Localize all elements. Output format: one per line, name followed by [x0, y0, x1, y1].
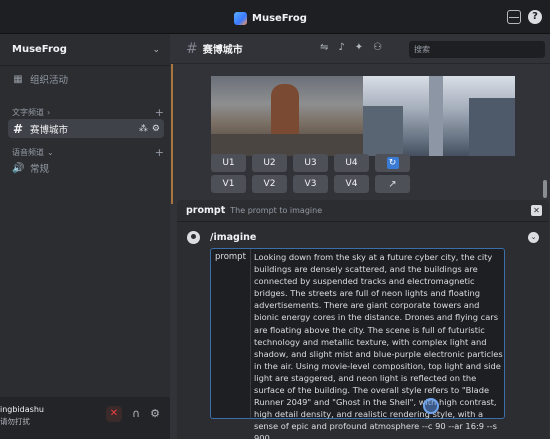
mute-mic-icon[interactable]: ✕ [106, 406, 122, 422]
username[interactable]: ingbidashu [0, 405, 44, 414]
variation-button-4[interactable]: V4 [334, 175, 369, 193]
add-channel-icon[interactable]: + [155, 106, 164, 119]
category-label: 语音频道 [12, 147, 44, 157]
category-label: 文字频道 [12, 107, 44, 117]
members-icon[interactable]: ⚇ [373, 42, 382, 53]
sidebar-item-events[interactable]: ▦ 组织活动 [8, 70, 164, 88]
reroll-icon: ↻ [386, 157, 399, 169]
prompt-input[interactable]: Looking down from the sky at a future cy… [254, 251, 504, 439]
prompt-panel-subtitle: The prompt to imagine [230, 206, 323, 215]
building-shape [363, 106, 403, 156]
tower-shape [429, 76, 443, 156]
bell-icon[interactable]: ♪ [338, 42, 344, 53]
sidebar-item-label: 组织活动 [30, 75, 69, 86]
search-input[interactable]: 搜索 [409, 41, 545, 58]
category-voice-channels[interactable]: 语音频道 ⌄ + [12, 145, 164, 159]
close-icon[interactable]: ✕ [531, 205, 542, 216]
hash-icon: # [186, 40, 198, 57]
cursor-indicator [423, 398, 439, 414]
generated-image-2[interactable] [363, 76, 515, 156]
bot-avatar [187, 231, 200, 244]
sidebar: MuseFrog ⌄ ▦ 组织活动 文字频道 › + # 赛博城市 ⁂ ⚙ 语音频… [0, 34, 170, 439]
headphones-icon[interactable]: ∩ [128, 406, 144, 422]
chevron-right-icon: › [47, 107, 51, 117]
musefrog-logo-icon [234, 11, 247, 25]
inbox-icon[interactable] [507, 10, 521, 24]
channel-title: 赛博城市 [202, 45, 243, 56]
invite-icon[interactable]: ⁂ [139, 124, 148, 134]
variation-button-2[interactable]: V2 [252, 175, 287, 193]
upscale-button-3[interactable]: U3 [293, 154, 328, 172]
threads-icon[interactable]: ⇋ [320, 42, 328, 53]
rooftop-shape [211, 134, 363, 156]
voice-channel-label: 常规 [30, 164, 50, 175]
calendar-icon: ▦ [13, 73, 23, 85]
channel-header: # 赛博城市 ⇋ ♪ ✦ ⚇ 搜索 [170, 34, 550, 64]
variation-button-row: V1 V2 V3 V4 ↗ [211, 175, 410, 193]
speaker-icon: 🔊 [12, 162, 25, 174]
scrollbar[interactable] [543, 180, 547, 198]
prompt-panel-header: prompt The prompt to imagine ✕ [177, 200, 549, 222]
app-title-group: MuseFrog [234, 11, 307, 25]
pin-icon[interactable]: ✦ [355, 42, 363, 53]
header-toolbar: ⇋ ♪ ✦ ⚇ [320, 42, 382, 53]
server-header[interactable]: MuseFrog ⌄ [0, 34, 170, 66]
server-name: MuseFrog [12, 44, 67, 55]
generated-image-1[interactable] [211, 76, 363, 156]
external-link-icon: ↗ [388, 178, 397, 190]
upscale-button-2[interactable]: U2 [252, 154, 287, 172]
title-bar: MuseFrog ? [0, 0, 550, 34]
hash-icon: # [12, 121, 24, 136]
category-text-channels[interactable]: 文字频道 › + [12, 105, 164, 119]
open-link-button[interactable]: ↗ [375, 175, 410, 193]
help-icon[interactable]: ? [528, 10, 542, 24]
chevron-circle-icon[interactable]: ⌄ [528, 232, 539, 243]
user-status: 请勿打扰 [0, 417, 30, 426]
user-panel: ingbidashu 请勿打扰 ✕ ∩ ⚙ [0, 397, 170, 439]
main-panel: # 赛博城市 ⇋ ♪ ✦ ⚇ 搜索 U1 U2 U3 U4 ↻ V1 V2 V3… [170, 34, 550, 439]
add-voice-channel-icon[interactable]: + [155, 146, 164, 159]
upscale-button-row: U1 U2 U3 U4 ↻ [211, 154, 410, 172]
prompt-param-field[interactable]: prompt Looking down from the sky at a fu… [210, 248, 505, 439]
upscale-button-1[interactable]: U1 [211, 154, 246, 172]
param-divider [250, 249, 251, 418]
command-name[interactable]: /imagine [210, 232, 256, 243]
reroll-button[interactable]: ↻ [375, 154, 410, 172]
message-accent-bar [171, 64, 173, 204]
building-shape [469, 98, 515, 156]
user-settings-icon[interactable]: ⚙ [147, 406, 163, 422]
channel-settings-icon[interactable]: ⚙ [152, 124, 160, 134]
chevron-down-icon: ⌄ [47, 147, 54, 157]
sidebar-item-voice-general[interactable]: 🔊 常规 [8, 159, 164, 177]
param-label: prompt [215, 252, 246, 262]
prompt-panel-title: prompt [186, 205, 226, 216]
command-row: /imagine ⌄ [177, 230, 549, 248]
app-title: MuseFrog [252, 12, 307, 24]
variation-button-1[interactable]: V1 [211, 175, 246, 193]
upscale-button-4[interactable]: U4 [334, 154, 369, 172]
chevron-down-icon: ⌄ [152, 44, 160, 55]
prompt-panel: prompt The prompt to imagine ✕ /imagine … [177, 200, 549, 439]
sidebar-item-cyber-city[interactable]: # 赛博城市 ⁂ ⚙ [8, 119, 164, 138]
channel-label: 赛博城市 [30, 124, 69, 136]
variation-button-3[interactable]: V3 [293, 175, 328, 193]
